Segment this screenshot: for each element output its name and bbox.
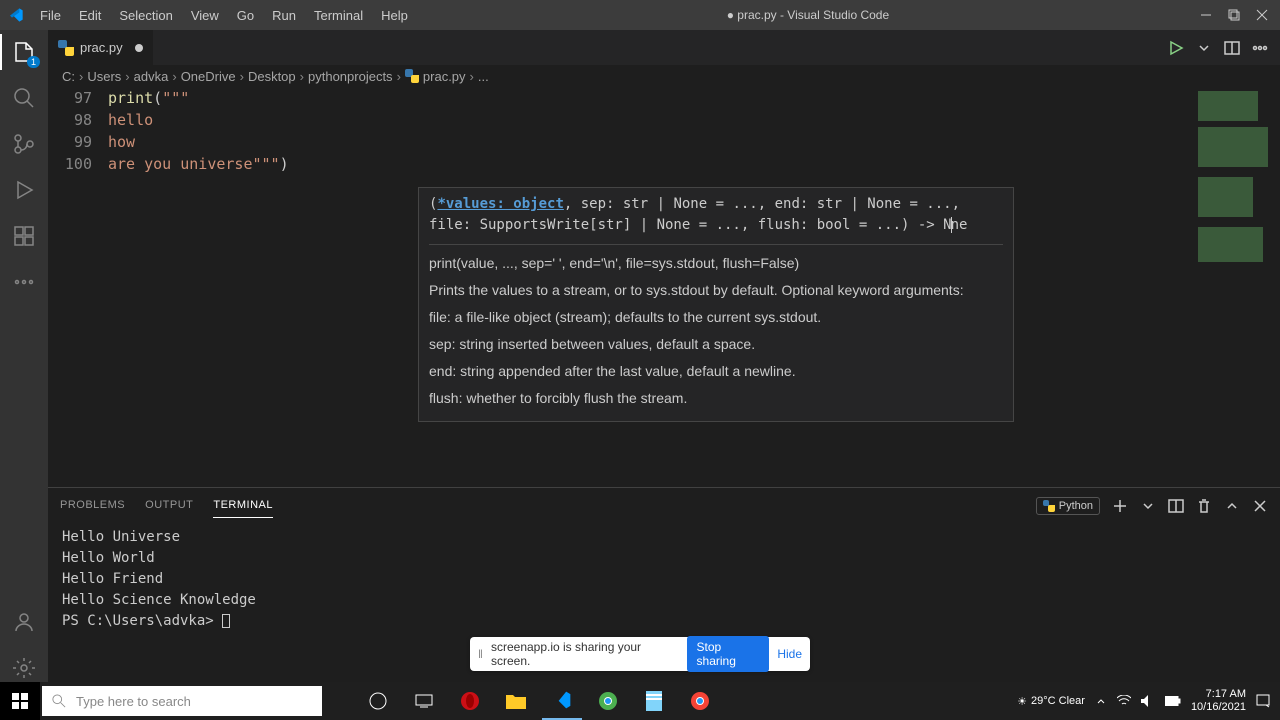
minimap[interactable] xyxy=(1190,87,1280,487)
menu-bar: File Edit Selection View Go Run Terminal… xyxy=(32,4,416,27)
activity-bar: 1 xyxy=(0,30,48,682)
code-line[interactable]: print(""" xyxy=(108,87,1280,109)
breadcrumb[interactable]: C:› Users› advka› OneDrive› Desktop› pyt… xyxy=(48,65,1280,87)
menu-edit[interactable]: Edit xyxy=(71,4,109,27)
settings-icon[interactable] xyxy=(10,654,38,682)
window-title: ● prac.py - Visual Studio Code xyxy=(416,8,1200,22)
terminal-profile[interactable]: Python xyxy=(1036,497,1100,515)
main-area: 1 prac.py C:› Users› xyxy=(0,30,1280,682)
chevron-down-icon[interactable] xyxy=(1140,498,1156,514)
tab-problems[interactable]: PROBLEMS xyxy=(60,493,125,518)
search-icon[interactable] xyxy=(10,84,38,112)
editor-tabs: prac.py xyxy=(48,30,1280,65)
code-line[interactable]: are you universe""") xyxy=(108,153,1280,175)
tab-label: prac.py xyxy=(80,40,123,55)
chevron-down-icon[interactable] xyxy=(1196,40,1212,56)
maximize-icon[interactable] xyxy=(1228,9,1240,21)
maximize-panel-icon[interactable] xyxy=(1224,498,1240,514)
stop-sharing-button[interactable]: Stop sharing xyxy=(687,636,770,672)
explorer-badge: 1 xyxy=(27,56,40,68)
panel-tabs: PROBLEMS OUTPUT TERMINAL Python xyxy=(48,488,1280,523)
extensions-icon[interactable] xyxy=(10,222,38,250)
system-tray[interactable]: ☀ 29°C Clear 7:17 AM 10/16/2021 xyxy=(1017,688,1280,714)
tab-prac-py[interactable]: prac.py xyxy=(48,30,154,65)
hide-share-bar-button[interactable]: Hide xyxy=(777,647,802,661)
weather-widget[interactable]: ☀ 29°C Clear xyxy=(1017,695,1085,708)
volume-icon[interactable] xyxy=(1141,695,1155,707)
menu-run[interactable]: Run xyxy=(264,4,304,27)
menu-view[interactable]: View xyxy=(183,4,227,27)
taskview-icon[interactable] xyxy=(404,682,444,720)
more-icon[interactable] xyxy=(10,268,38,296)
editor-actions xyxy=(1168,40,1280,56)
windows-taskbar: Type here to search ☀ 29°C Clear 7:17 AM… xyxy=(0,682,1280,720)
title-bar: File Edit Selection View Go Run Terminal… xyxy=(0,0,1280,30)
menu-go[interactable]: Go xyxy=(229,4,262,27)
wifi-icon[interactable] xyxy=(1117,695,1131,707)
menu-file[interactable]: File xyxy=(32,4,69,27)
tab-terminal[interactable]: TERMINAL xyxy=(213,493,273,518)
function-docstring: print(value, ..., sep=' ', end='\n', fil… xyxy=(429,253,1003,409)
pause-icon[interactable]: ‖ xyxy=(478,647,483,661)
vscode-taskbar-icon[interactable] xyxy=(542,682,582,720)
line-numbers: 97 98 99 100 xyxy=(48,87,108,487)
modified-indicator-icon xyxy=(135,44,143,52)
tray-chevron-icon[interactable] xyxy=(1095,695,1107,707)
chrome-icon-2[interactable] xyxy=(680,682,720,720)
opera-icon[interactable] xyxy=(450,682,490,720)
cortana-icon[interactable] xyxy=(358,682,398,720)
menu-terminal[interactable]: Terminal xyxy=(306,4,371,27)
function-signature: (*values: object, sep: str | None = ...,… xyxy=(429,194,1003,236)
split-editor-icon[interactable] xyxy=(1224,40,1240,56)
notepad-icon[interactable] xyxy=(634,682,674,720)
signature-help-tooltip: (*values: object, sep: str | None = ...,… xyxy=(418,187,1014,422)
python-file-icon xyxy=(405,69,419,83)
menu-help[interactable]: Help xyxy=(373,4,416,27)
window-controls xyxy=(1200,9,1272,21)
clock[interactable]: 7:17 AM 10/16/2021 xyxy=(1191,688,1246,714)
split-terminal-icon[interactable] xyxy=(1168,498,1184,514)
notifications-taskbar-icon[interactable] xyxy=(1256,694,1270,708)
account-icon[interactable] xyxy=(10,608,38,636)
kill-terminal-icon[interactable] xyxy=(1196,498,1212,514)
vscode-logo-icon xyxy=(8,7,24,23)
tab-output[interactable]: OUTPUT xyxy=(145,493,193,518)
chrome-icon[interactable] xyxy=(588,682,628,720)
start-button[interactable] xyxy=(0,682,40,720)
code-line[interactable]: how xyxy=(108,131,1280,153)
screen-share-bar: ‖ screenapp.io is sharing your screen. S… xyxy=(470,637,810,671)
editor-area: prac.py C:› Users› advka› OneDrive› Desk… xyxy=(48,30,1280,682)
minimize-icon[interactable] xyxy=(1200,9,1212,21)
close-icon[interactable] xyxy=(1256,9,1268,21)
share-text: screenapp.io is sharing your screen. xyxy=(491,640,671,668)
run-debug-icon[interactable] xyxy=(10,176,38,204)
python-file-icon xyxy=(58,40,74,56)
close-panel-icon[interactable] xyxy=(1252,498,1268,514)
run-file-icon[interactable] xyxy=(1168,40,1184,56)
more-actions-icon[interactable] xyxy=(1252,40,1268,56)
code-editor[interactable]: 97 98 99 100 print(""" hello how are you… xyxy=(48,87,1280,487)
source-control-icon[interactable] xyxy=(10,130,38,158)
taskbar-search[interactable]: Type here to search xyxy=(42,686,322,716)
menu-selection[interactable]: Selection xyxy=(111,4,180,27)
terminal-cursor xyxy=(222,614,230,628)
battery-icon[interactable] xyxy=(1165,696,1181,706)
explorer-icon[interactable]: 1 xyxy=(10,38,38,66)
new-terminal-icon[interactable] xyxy=(1112,498,1128,514)
file-explorer-icon[interactable] xyxy=(496,682,536,720)
python-icon xyxy=(1043,500,1055,512)
code-line[interactable]: hello xyxy=(108,109,1280,131)
